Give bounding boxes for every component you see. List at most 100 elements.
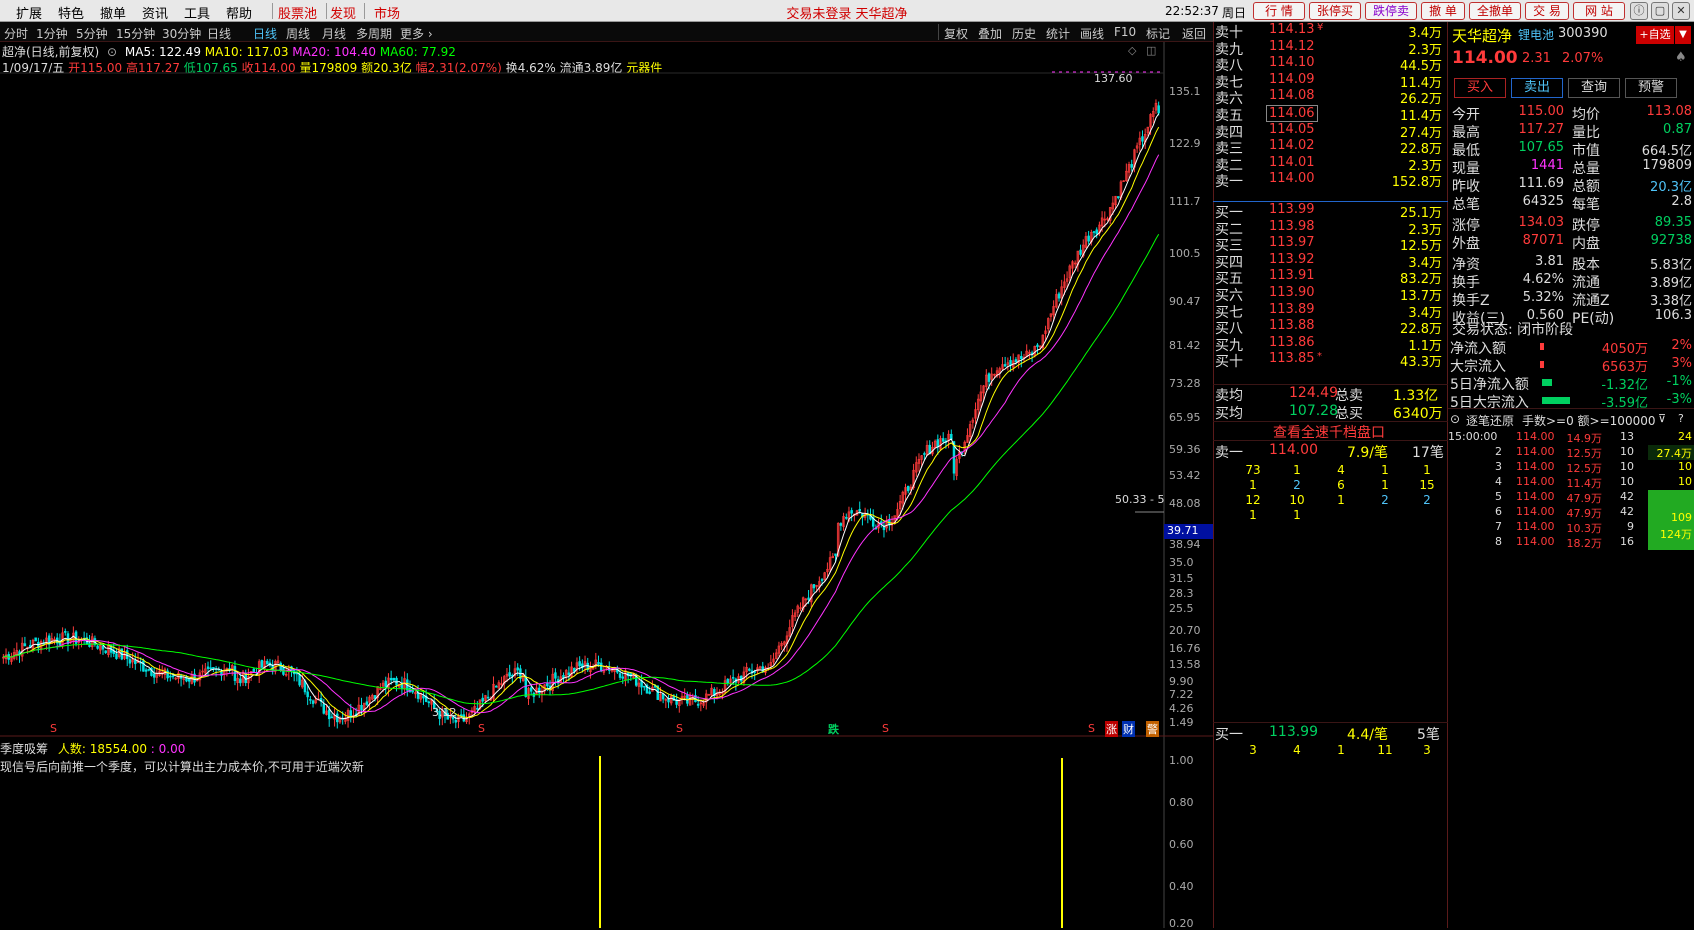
signal-zhang-marker: 涨 — [1105, 721, 1118, 737]
candle-body — [834, 553, 837, 556]
queue-sell-label: 卖一 — [1215, 445, 1243, 461]
tab-draw[interactable]: 画线 — [1080, 25, 1104, 42]
alert-button[interactable]: 预警 — [1625, 78, 1677, 98]
sell-level-price: 114.10 — [1269, 55, 1315, 71]
menu-news[interactable]: 资讯 — [142, 3, 168, 22]
buy-button[interactable]: 买入 — [1454, 78, 1506, 98]
axis-tick: 73.28 — [1169, 377, 1201, 390]
tab-adjust[interactable]: 复权 — [944, 25, 968, 42]
stat-label: 现量 — [1452, 161, 1480, 177]
flow-value: 6563万 — [1601, 360, 1648, 375]
query-button[interactable]: 查询 — [1568, 78, 1620, 98]
queue-buy-per: 4.4/笔 — [1347, 727, 1388, 743]
candle-body — [462, 714, 466, 722]
candle-body — [1141, 136, 1144, 142]
tab-timeshare[interactable]: 分时 — [4, 25, 28, 42]
tick-time: 6 — [1495, 505, 1502, 518]
candle-body — [1130, 164, 1133, 168]
menu-stock-pool[interactable]: 股票池 — [278, 3, 317, 22]
menu-market[interactable]: 市场 — [374, 3, 400, 22]
tab-multi-period[interactable]: 多周期 — [356, 25, 392, 42]
orderbook-panel: 卖十 114.13 ¥3.4万 卖九 114.12 2.3万 卖八 114.10 44.5万 卖七… — [1213, 0, 1448, 928]
website-button[interactable]: 网 站 — [1573, 2, 1625, 20]
clock: 22:52:37 — [1165, 4, 1219, 18]
buy-level-label: 买十 — [1215, 354, 1243, 371]
tab-1min[interactable]: 1分钟 — [36, 25, 68, 42]
axis-tick: 25.5 — [1169, 602, 1194, 615]
candle-body — [1014, 359, 1018, 363]
queue-cell: 12 — [1245, 493, 1261, 507]
stock-sector[interactable]: 锂电池 — [1518, 26, 1554, 43]
stat-value: 0.87 — [1663, 122, 1692, 137]
queue-sell-count: 17笔 — [1412, 445, 1444, 461]
candle-body — [1117, 196, 1120, 199]
stat-value: 3.81 — [1535, 254, 1564, 269]
bell-icon[interactable]: ♠ — [1675, 50, 1687, 65]
axis-tick: 48.08 — [1169, 497, 1201, 510]
tick-price: 114.00 — [1516, 490, 1555, 503]
filter-icon[interactable]: ⊽ — [1658, 412, 1666, 425]
signal-s-marker: S — [1088, 722, 1095, 735]
signal-jin-marker: 警 — [1146, 721, 1159, 737]
tab-30min[interactable]: 30分钟 — [162, 25, 201, 42]
tab-overlay[interactable]: 叠加 — [978, 25, 1002, 42]
sell-level-price: 114.06 — [1266, 105, 1318, 122]
menu-discover[interactable]: 发现 — [330, 3, 356, 22]
kline-chart-area[interactable]: 超净(日线,前复权) ⊙ MA5: 122.49 MA10: 117.03 MA… — [0, 42, 1213, 930]
menu-help[interactable]: 帮助 — [226, 3, 252, 22]
sell-level-price: 114.13 — [1269, 22, 1315, 37]
help-icon[interactable]: ? — [1678, 412, 1684, 425]
sell-level-price: 114.02 — [1269, 138, 1315, 154]
tab-weekly[interactable]: 周线 — [286, 25, 310, 42]
candle-body — [516, 667, 519, 671]
menu-cancel[interactable]: 撤单 — [100, 3, 126, 22]
tab-f10[interactable]: F10 — [1114, 25, 1136, 39]
menu-tools[interactable]: 工具 — [184, 3, 210, 22]
tab-5min[interactable]: 5分钟 — [76, 25, 108, 42]
candle-body — [96, 645, 99, 649]
add-watchlist-button[interactable]: +自选 — [1636, 26, 1674, 44]
menu-extend[interactable]: 扩展 — [16, 3, 42, 22]
sell-button[interactable]: 卖出 — [1511, 78, 1563, 98]
axis-tick: 122.9 — [1169, 137, 1201, 150]
tab-15min[interactable]: 15分钟 — [116, 25, 155, 42]
tab-back[interactable]: 返回 — [1182, 25, 1206, 42]
candle-body — [648, 691, 651, 694]
stat-value: 87071 — [1522, 233, 1564, 248]
tab-mark[interactable]: 标记 — [1146, 25, 1170, 42]
tab-monthly[interactable]: 月线 — [322, 25, 346, 42]
tab-stats[interactable]: 统计 — [1046, 25, 1070, 42]
tick-count: 10 — [1620, 475, 1634, 488]
info-icon[interactable]: ⓘ — [1630, 2, 1648, 20]
restore-icon[interactable]: ▢ — [1651, 2, 1669, 20]
stat-label: 今开 — [1452, 107, 1480, 123]
close-icon[interactable]: ✕ — [1672, 2, 1690, 20]
trade-button[interactable]: 交 易 — [1525, 2, 1569, 20]
tab-history[interactable]: 历史 — [1012, 25, 1036, 42]
tab-more[interactable]: 更多 › — [400, 25, 433, 42]
tick-amount: 12.5万 — [1566, 462, 1603, 475]
queue-cell: 1 — [1381, 463, 1389, 477]
candle-body — [820, 579, 824, 581]
stat-value: 113.08 — [1646, 104, 1693, 119]
candle-body — [327, 709, 331, 720]
axis-tick: 100.5 — [1169, 247, 1201, 260]
candle-body — [839, 523, 843, 526]
candle-body — [578, 661, 581, 667]
ticks-toggle-icon[interactable]: ⊙ — [1450, 412, 1460, 426]
full-depth-link[interactable]: 查看全速千档盘口 — [1273, 422, 1385, 442]
candle-body — [546, 683, 549, 687]
watchlist-dropdown-icon[interactable]: ▼ — [1675, 26, 1691, 44]
stat-label: 市值 — [1572, 143, 1600, 159]
menu-feature[interactable]: 特色 — [58, 3, 84, 22]
queue-cell: 3 — [1423, 743, 1431, 757]
stat-label: 量比 — [1572, 125, 1600, 141]
sell-level-price: 114.09 — [1269, 71, 1315, 87]
tab-60min[interactable]: 日线 — [207, 25, 231, 42]
kline-svg — [0, 42, 1213, 928]
candle-body — [987, 373, 991, 382]
cancel-all-button[interactable]: 全撤单 — [1469, 2, 1521, 20]
candle-body — [147, 669, 151, 671]
tab-daily[interactable]: 日线 — [253, 25, 277, 42]
tick-amount: 11.4万 — [1566, 477, 1603, 490]
